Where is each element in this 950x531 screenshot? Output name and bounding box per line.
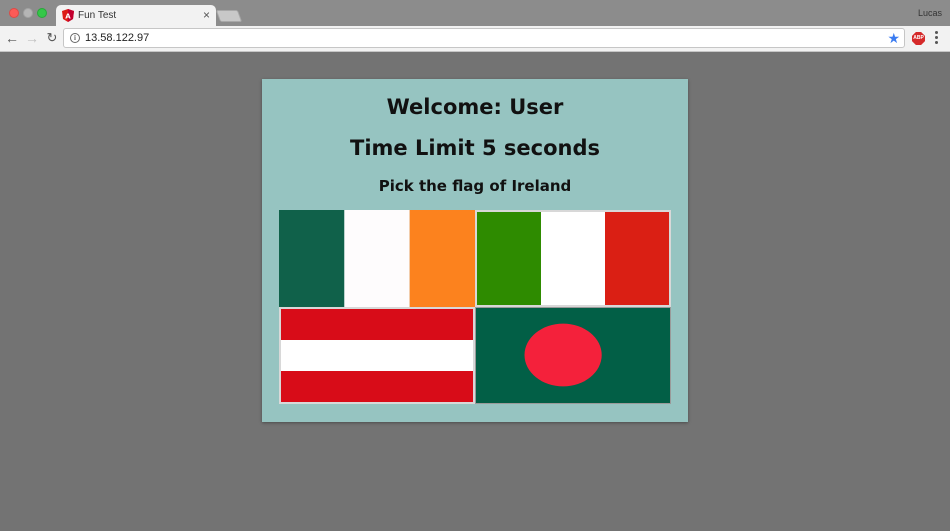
italy-flag-image bbox=[477, 212, 669, 305]
adblock-icon[interactable]: ABP bbox=[912, 32, 925, 45]
austria-flag-image bbox=[281, 309, 473, 402]
tab-close-icon[interactable]: × bbox=[203, 8, 210, 22]
time-limit-heading: Time Limit 5 seconds bbox=[350, 136, 600, 160]
flag-option-italy[interactable] bbox=[475, 210, 671, 307]
svg-text:A: A bbox=[65, 13, 71, 21]
tab-strip: A Fun Test × Lucas bbox=[0, 0, 950, 26]
info-icon[interactable]: i bbox=[70, 33, 80, 43]
forward-arrow-icon[interactable]: → bbox=[24, 30, 40, 46]
flag-option-austria[interactable] bbox=[279, 307, 475, 404]
minimize-window-button[interactable] bbox=[23, 8, 33, 18]
quiz-card: Welcome: User Time Limit 5 seconds Pick … bbox=[262, 79, 688, 422]
question-prompt: Pick the flag of Ireland bbox=[378, 177, 572, 195]
menu-dots-icon[interactable] bbox=[934, 31, 940, 47]
profile-name[interactable]: Lucas bbox=[918, 8, 942, 18]
reload-icon[interactable]: ↻ bbox=[44, 30, 60, 46]
bangladesh-flag-image bbox=[476, 308, 670, 403]
angular-icon: A bbox=[62, 9, 74, 22]
browser-tab[interactable]: A Fun Test × bbox=[56, 5, 216, 26]
close-window-button[interactable] bbox=[9, 8, 19, 18]
back-arrow-icon[interactable]: ← bbox=[4, 30, 20, 46]
maximize-window-button[interactable] bbox=[37, 8, 47, 18]
tab-title: Fun Test bbox=[78, 10, 117, 21]
flag-option-ireland[interactable] bbox=[279, 210, 475, 307]
url-text[interactable]: 13.58.122.97 bbox=[85, 32, 149, 44]
flag-option-bangladesh[interactable] bbox=[475, 307, 671, 404]
browser-toolbar: ← → ↻ i 13.58.122.97 ★ ABP bbox=[0, 26, 950, 52]
welcome-heading: Welcome: User bbox=[386, 95, 564, 119]
new-tab-button[interactable] bbox=[215, 10, 243, 22]
ireland-flag-image bbox=[279, 210, 475, 307]
address-bar[interactable]: i 13.58.122.97 ★ bbox=[63, 28, 905, 48]
bookmark-star-icon[interactable]: ★ bbox=[887, 29, 900, 47]
page-viewport: Welcome: User Time Limit 5 seconds Pick … bbox=[0, 52, 950, 531]
